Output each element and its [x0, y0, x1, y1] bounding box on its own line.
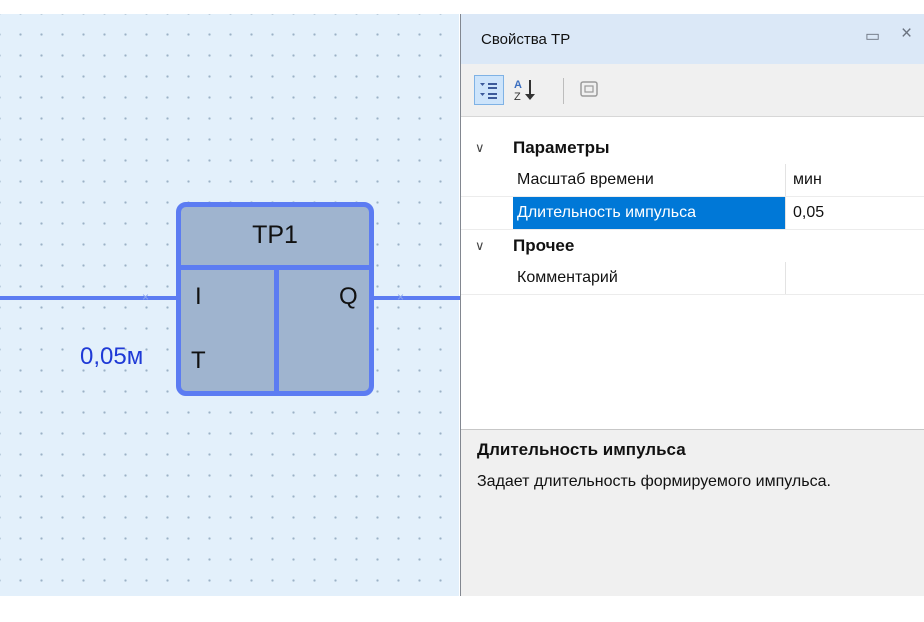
property-value[interactable]: 0,05 [789, 197, 924, 229]
property-name[interactable]: Масштаб времени [513, 164, 785, 196]
description-text: Задает длительность формируемого импульс… [477, 473, 831, 490]
category-label: Прочее [513, 236, 575, 255]
property-name[interactable]: Длительность импульса [513, 197, 785, 229]
input-wire[interactable] [0, 296, 180, 300]
output-wire[interactable] [372, 296, 460, 300]
restore-icon[interactable]: ▭ [865, 26, 880, 46]
property-grid: ∨ Параметры Масштаб времени мин Длительн… [461, 132, 924, 295]
panel-title: Свойства TP [481, 31, 571, 48]
column-divider [785, 164, 786, 196]
sort-alpha-icon: A Z [514, 79, 535, 103]
t-input-constant[interactable]: 0,05м [80, 343, 143, 371]
property-row-pulse-duration[interactable]: Длительность импульса 0,05 [461, 197, 924, 230]
column-divider [785, 262, 786, 294]
category-row-other[interactable]: ∨ Прочее [461, 230, 924, 262]
input-i-label: I [195, 283, 202, 310]
properties-toolbar: A Z [461, 64, 924, 117]
property-row-time-scale[interactable]: Масштаб времени мин [461, 164, 924, 197]
description-title: Длительность импульса [477, 440, 686, 459]
block-title: TP1 [252, 221, 298, 249]
svg-text:A: A [514, 79, 522, 91]
category-row-parameters[interactable]: ∨ Параметры [461, 132, 924, 164]
property-value[interactable]: мин [789, 164, 924, 196]
input-pin-marker: × [142, 290, 150, 304]
block-divider-vertical [274, 267, 279, 391]
input-t-label: T [191, 347, 206, 374]
output-q-label: Q [339, 283, 358, 310]
property-row-comment[interactable]: Комментарий [461, 262, 924, 295]
property-name[interactable]: Комментарий [513, 262, 785, 294]
close-icon[interactable]: × [901, 23, 912, 45]
description-pane: Длительность импульса Задает длительност… [461, 429, 924, 596]
tp-function-block[interactable]: TP1 I T Q [176, 202, 374, 396]
panel-header: Свойства TP ▭ × [461, 14, 924, 64]
output-pin-marker: × [397, 290, 405, 304]
toolbar-separator [563, 78, 564, 104]
svg-text:Z: Z [514, 91, 521, 103]
properties-panel: Свойства TP ▭ × A Z ∨ Параметры Масштаб … [460, 14, 924, 596]
property-value[interactable] [789, 262, 924, 294]
chevron-down-icon[interactable]: ∨ [475, 140, 485, 156]
chevron-down-icon[interactable]: ∨ [475, 238, 485, 254]
categorized-icon [480, 83, 497, 99]
column-divider [785, 197, 786, 229]
category-label: Параметры [513, 138, 610, 157]
property-pages-icon [580, 81, 598, 97]
property-pages-button[interactable] [575, 75, 605, 105]
categorized-button[interactable] [474, 75, 504, 105]
alphabetical-button[interactable]: A Z [511, 75, 541, 105]
